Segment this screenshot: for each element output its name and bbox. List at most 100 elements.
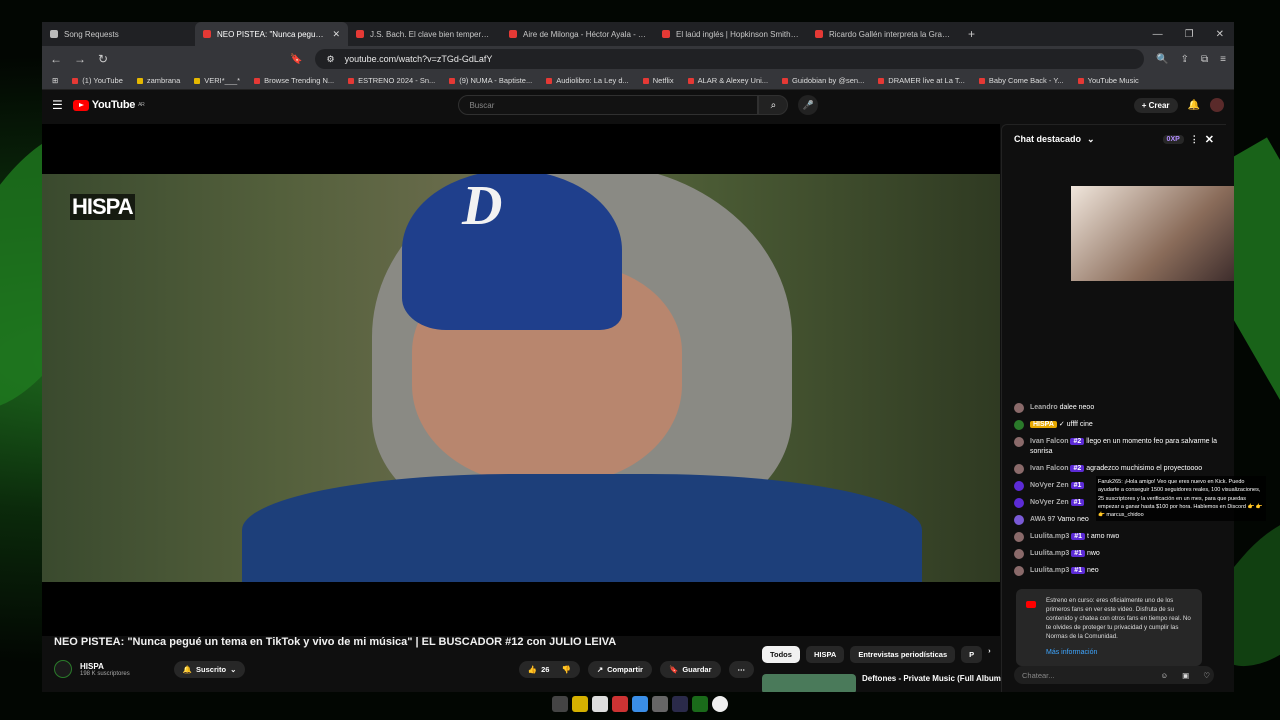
more-options-icon[interactable]: ⋮ [1190,134,1199,145]
author-name[interactable]: Ivan Falcon [1030,438,1069,445]
taskbar-app-icon[interactable] [672,696,688,712]
chat-mode-selector[interactable]: Chat destacado [1014,134,1081,144]
voice-search-icon[interactable]: 🎤 [798,95,819,115]
save-button[interactable]: 🔖 Guardar [659,660,721,678]
video-player[interactable]: D HISPA [42,174,1000,582]
more-info-link[interactable]: Más información [1046,648,1194,658]
taskbar-app-icon[interactable] [632,696,648,712]
tab-song-requests[interactable]: Song Requests [42,22,195,46]
tab-bach[interactable]: J.S. Bach. El clave bien temperado I. [348,22,501,46]
more-actions-button[interactable]: ⋯ [728,660,754,678]
tab-label: El laúd inglés | Hopkinson Smith - Yo [676,29,799,39]
taskbar-app-icon[interactable] [592,696,608,712]
bookmark-item[interactable]: YouTube Music [1077,76,1139,85]
forward-icon[interactable]: → [74,52,86,66]
channel-name[interactable]: HISPA [80,662,130,671]
next-video-title[interactable]: Deftones - Private Music (Full Album) [862,674,1004,692]
author-name[interactable]: Leandro [1030,404,1058,411]
share-icon[interactable]: ⇪ [1181,54,1189,65]
author-name[interactable]: AWA 97 [1030,516,1055,523]
extensions-icon[interactable]: ⧉ [1201,54,1208,65]
minimize-icon[interactable]: — [1153,29,1163,40]
author-name[interactable]: NoVyer Zen [1030,499,1069,506]
share-button[interactable]: ↗ Compartir [587,660,652,678]
bookmarks-bar: ⊞ (1) YouTube zambrana VERI*___* Browse … [42,72,1234,90]
taskbar-app-icon[interactable] [652,696,668,712]
notifications-icon[interactable]: 🔔 [1188,100,1200,111]
tab-gallen[interactable]: Ricardo Gallén interpreta la Grande [807,22,960,46]
menu-icon[interactable]: ≡ [1220,54,1226,65]
bookmark-item[interactable]: VERI*___* [194,76,240,85]
bookmark-item[interactable]: Netflix [642,76,674,85]
bookmark-item[interactable]: ESTRENO 2024 - Sn... [348,76,435,85]
back-icon[interactable]: ← [50,52,62,66]
next-video-item[interactable]: Deftones - Private Music (Full Album) [762,674,1004,692]
taskbar-app-icon[interactable] [572,696,588,712]
bookmark-item[interactable]: (9) NUMA - Baptiste... [449,76,532,85]
bookmark-item[interactable]: Guidobian by @sen... [782,76,864,85]
chip-entrevistas[interactable]: Entrevistas periodísticas [850,646,956,663]
search-button[interactable]: ⌕ [758,95,789,115]
author-name[interactable]: Luulita.mp3 [1030,567,1069,574]
bookmark-item[interactable]: (1) YouTube [72,76,123,85]
chip-p[interactable]: P [961,646,983,663]
taskbar-app-icon[interactable] [612,696,628,712]
youtube-logo[interactable]: YouTube AR [72,99,145,111]
chevron-down-icon[interactable]: ⌄ [1087,134,1095,145]
close-chat-icon[interactable]: ✕ [1205,133,1214,146]
like-button[interactable]: 👍 26 👎 [518,660,580,678]
new-tab-button[interactable]: + [960,27,983,41]
video-watermark: HISPA [70,194,135,220]
apps-icon[interactable]: ⊞ [52,76,58,85]
avatar[interactable] [1210,98,1224,112]
heart-icon[interactable]: ♡ [1203,671,1210,680]
create-button[interactable]: + Crear [1133,97,1178,113]
taskbar-app-icon[interactable] [712,696,728,712]
maximize-icon[interactable]: ❐ [1185,29,1194,40]
premiere-notice: Estreno en curso: eres oficialmente uno … [1016,589,1202,667]
tab-strip: Song Requests NEO PISTEA: "Nunca pegué u… [42,22,1234,46]
tab-laud[interactable]: El laúd inglés | Hopkinson Smith - Yo [654,22,807,46]
user-avatar [1014,565,1024,576]
zoom-icon[interactable]: 🔍 [1156,54,1168,65]
site-info-icon[interactable]: ⚙ [327,54,335,65]
bookmark-item[interactable]: Baby Come Back - Y... [978,76,1064,85]
chip-todos[interactable]: Todos [762,646,800,663]
bookmark-label: (9) NUMA - Baptiste... [459,76,533,85]
xp-badge[interactable]: 0XP [1162,134,1184,144]
bookmark-item[interactable]: ALAR & Alexey Uni... [687,76,768,85]
chat-input[interactable]: Chatear... ☺ ▣ ♡ [1014,666,1214,684]
author-name[interactable]: Luulita.mp3 [1030,550,1069,557]
close-window-icon[interactable]: ✕ [1216,29,1224,40]
search-input[interactable]: Buscar [458,95,759,115]
bookmark-item[interactable]: Browse Trending N... [254,76,334,85]
cap-logo: D [462,175,503,237]
subscribed-button[interactable]: 🔔 Suscrito ⌄ [173,660,246,678]
url-field[interactable]: ⚙ youtube.com/watch?v=zTGd-GdLafY [314,49,1145,69]
taskbar-app-icon[interactable] [552,696,568,712]
author-name[interactable]: NoVyer Zen [1030,482,1069,489]
author-name[interactable]: Luulita.mp3 [1030,533,1069,540]
bookmark-item[interactable]: Audiolibro: La Ley d... [546,76,629,85]
bookmark-item[interactable]: DRAMER live at La T... [878,76,965,85]
thumbs-down-icon[interactable]: 👎 [561,665,570,674]
close-tab-icon[interactable]: ✕ [332,29,340,40]
super-chat-icon[interactable]: ▣ [1182,671,1189,680]
tab-milonga[interactable]: Aire de Milonga - Héctor Ayala - Tab [501,22,654,46]
bookmark-icon[interactable]: 🔖 [290,54,302,65]
bookmark-label: (1) YouTube [82,76,123,85]
taskbar-app-icon[interactable] [692,696,708,712]
youtube-music-icon [1077,77,1084,84]
chevron-right-icon[interactable]: › [988,646,991,663]
owner-badge[interactable]: HISPA [1030,421,1057,428]
reload-icon[interactable]: ↻ [98,52,108,66]
author-name[interactable]: Ivan Falcon [1030,465,1069,472]
chip-hispa[interactable]: HISPA [805,646,845,663]
video-thumbnail[interactable] [762,674,856,692]
tab-neo-pistea[interactable]: NEO PISTEA: "Nunca pegué un ✕ [195,22,348,46]
chat-message: HISPA ✓ uffff cine [1014,420,1224,430]
channel-avatar[interactable] [54,660,72,678]
hamburger-menu-icon[interactable]: ☰ [52,98,63,112]
bookmark-item[interactable]: zambrana [136,76,180,85]
emoji-icon[interactable]: ☺ [1161,671,1169,680]
